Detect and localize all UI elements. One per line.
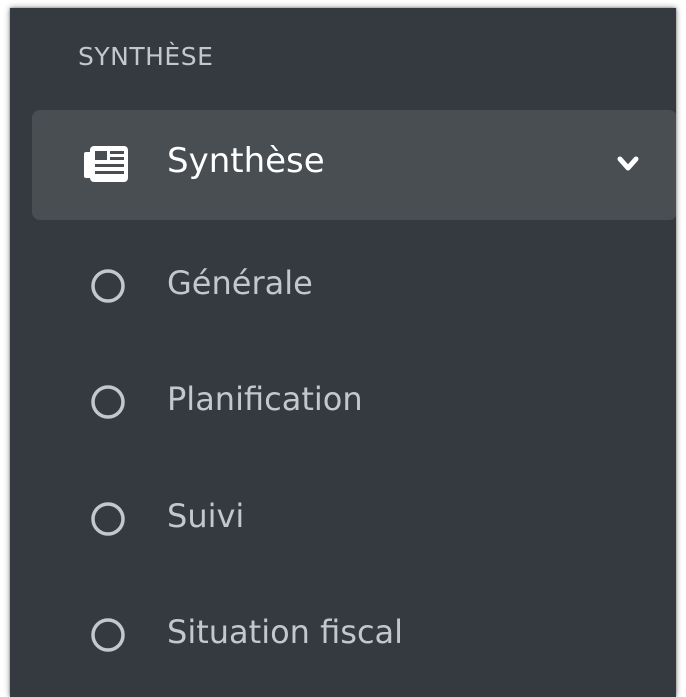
circle-outline-icon [91, 618, 125, 652]
sidebar-item-situation-fiscal[interactable]: Situation fiscal [32, 602, 676, 672]
circle-outline-icon [91, 269, 125, 303]
circle-outline-icon [91, 502, 125, 536]
screenshot-frame: SYNTHÈSE Synthèse Générale Planification… [0, 0, 686, 697]
sidebar-item-suivi[interactable]: Suivi [32, 486, 676, 556]
sidebar-item-label: Situation fiscal [167, 613, 404, 651]
sidebar-item-planification[interactable]: Planification [32, 369, 676, 439]
sidebar-item-synthese[interactable]: Synthèse [32, 110, 676, 220]
sidebar-section-header: SYNTHÈSE [78, 42, 214, 71]
sidebar-item-label: Synthèse [167, 141, 325, 181]
sidebar-item-label: Planification [167, 380, 363, 418]
newspaper-icon [84, 146, 128, 182]
sidebar-item-generale[interactable]: Générale [32, 253, 676, 323]
circle-outline-icon [91, 385, 125, 419]
chevron-down-icon[interactable] [617, 156, 639, 172]
sidebar-item-label: Suivi [167, 497, 245, 535]
sidebar-item-label: Générale [167, 264, 313, 302]
sidebar-panel: SYNTHÈSE Synthèse Générale Planification… [10, 8, 676, 697]
